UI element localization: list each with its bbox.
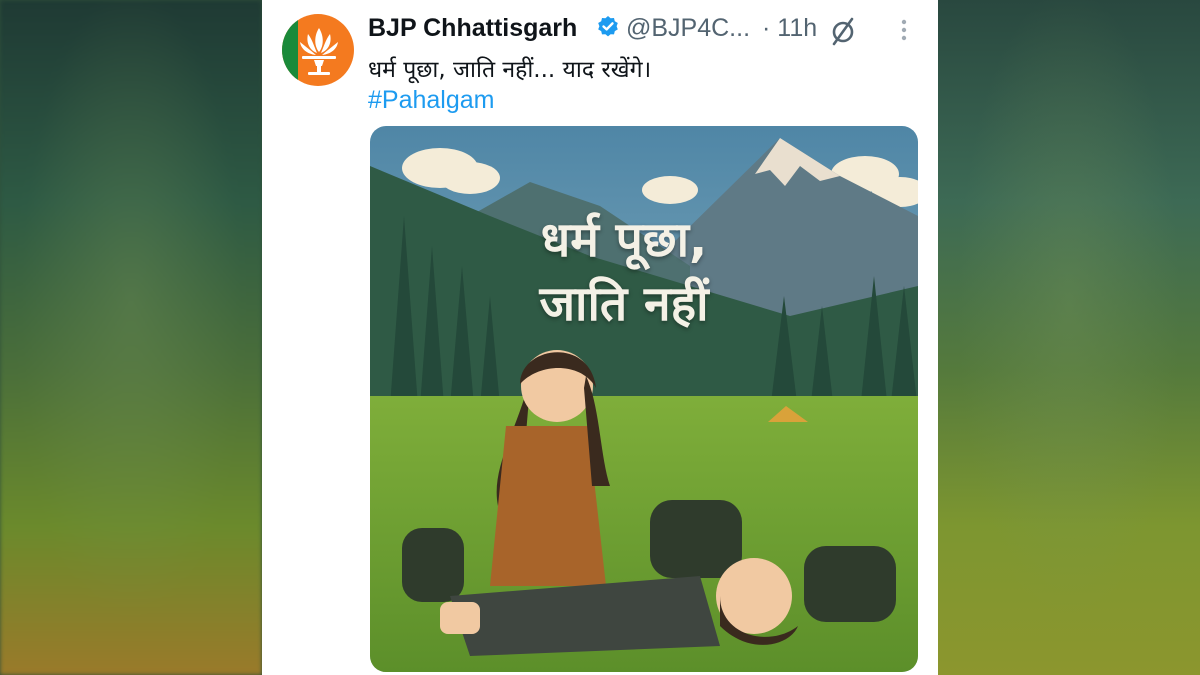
hashtag-link[interactable]: #Pahalgam — [368, 86, 494, 115]
tweet-text: धर्म पूछा, जाति नहीं... याद रखेंगे। — [368, 57, 652, 83]
image-overlay-line1: धर्म पूछा, — [540, 212, 708, 268]
more-dots-icon[interactable] — [896, 16, 912, 44]
tweet-timestamp[interactable]: · 11h — [762, 14, 817, 43]
author-name[interactable]: BJP Chhattisgarh — [368, 14, 577, 43]
author-handle[interactable]: @BJP4C... — [626, 14, 750, 43]
illustration-meadow — [370, 126, 918, 672]
verified-badge-icon — [598, 16, 618, 37]
tweet-image[interactable]: धर्म पूछा, जाति नहीं — [370, 126, 918, 672]
avatar[interactable] — [282, 14, 354, 86]
background-right-blur — [938, 0, 1200, 675]
lotus-logo-icon — [300, 28, 338, 75]
image-overlay-line2: जाति नहीं — [539, 276, 709, 332]
background-left-blur — [0, 0, 262, 675]
tweet-card[interactable]: BJP Chhattisgarh @BJP4C... · 11h धर्म पू… — [262, 0, 938, 675]
grok-slash-icon[interactable] — [828, 15, 860, 47]
